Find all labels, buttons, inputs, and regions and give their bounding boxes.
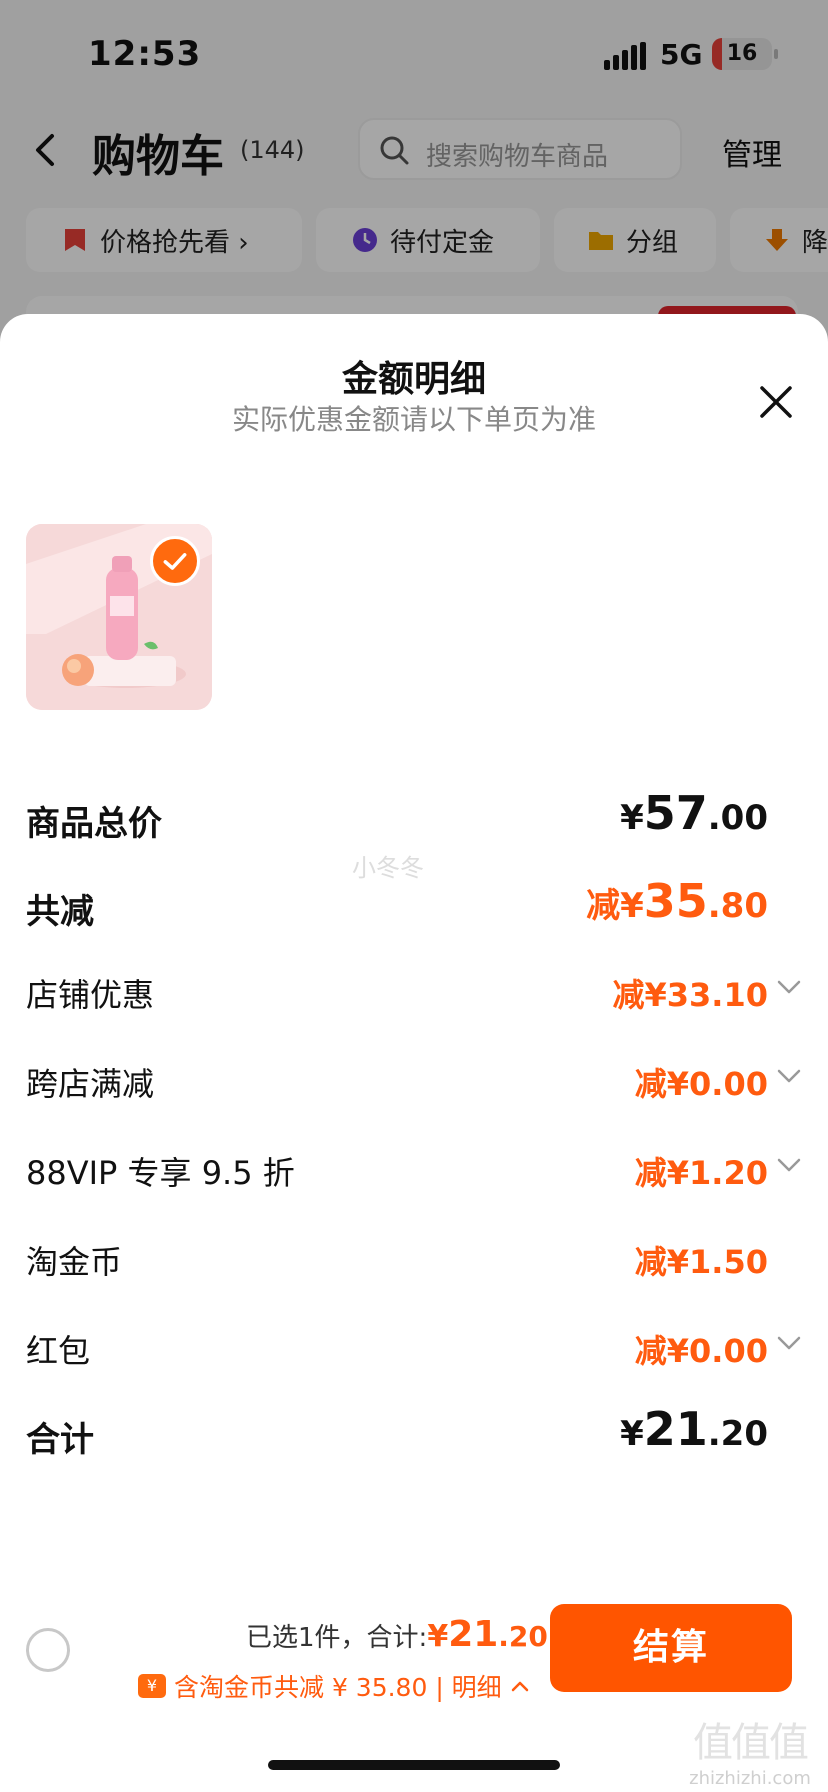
sheet-subtitle: 实际优惠金额请以下单页为准 <box>231 403 596 436</box>
chevron-down-icon[interactable] <box>776 1334 802 1354</box>
row-value: 减¥33.10 <box>612 976 769 1014</box>
row-total-price: 商品总价 ¥57.00 <box>26 786 802 846</box>
checkbox-checked-icon[interactable] <box>150 536 200 586</box>
amount-int: 57 <box>643 786 708 840</box>
total-dec: .20 <box>498 1620 548 1653</box>
close-icon[interactable] <box>756 382 796 422</box>
chevron-down-icon[interactable] <box>776 1156 802 1176</box>
row-value: 减¥0.00 <box>634 1065 768 1103</box>
total-currency: ¥ <box>427 1619 449 1654</box>
row-taobao-coins: 淘金币 减¥1.50 <box>26 1227 802 1287</box>
total-discount-value: 减¥35.80 <box>586 874 768 928</box>
select-all-checkbox[interactable] <box>26 1628 70 1672</box>
discount-text: 含淘金币共减 ¥ 35.80 | 明细 <box>174 1673 502 1702</box>
row-value: 减¥1.20 <box>634 1154 768 1192</box>
amount-dec: .00 <box>707 798 768 838</box>
total-price-value: ¥57.00 <box>620 786 768 840</box>
site-watermark: 值值值 zhizhizhi.com <box>676 1710 824 1789</box>
amount-detail-sheet: 金额明细 实际优惠金额请以下单页为准 小冬冬 商品总价 ¥57.00 共减 减¥… <box>0 314 828 1792</box>
row-label: 淘金币 <box>26 1243 123 1281</box>
sheet-title: 金额明细 <box>341 359 486 400</box>
chevron-up-icon <box>511 1681 528 1692</box>
total-price-label: 商品总价 <box>26 804 162 844</box>
home-indicator[interactable] <box>268 1760 560 1770</box>
selected-count: 已选1件，合计: <box>246 1623 428 1653</box>
selected-summary: 已选1件，合计:¥21.20 <box>246 1614 548 1655</box>
amount-dec: .20 <box>707 1414 768 1454</box>
row-value: 减¥1.50 <box>634 1243 768 1281</box>
row-total-discount: 共减 减¥35.80 <box>26 874 802 934</box>
site-watermark-url: zhizhizhi.com <box>689 1768 811 1789</box>
discount-prefix: 减 <box>586 886 621 926</box>
chevron-down-icon[interactable] <box>776 978 802 998</box>
currency-symbol: ¥ <box>620 798 644 838</box>
checkout-button[interactable]: 结算 <box>550 1604 792 1692</box>
sum-label: 合计 <box>26 1420 94 1460</box>
amount-dec: .80 <box>707 886 768 926</box>
row-sum: 合计 ¥21.20 <box>26 1402 802 1462</box>
row-label: 跨店满减 <box>26 1065 155 1103</box>
row-label: 店铺优惠 <box>26 976 155 1014</box>
row-cross-store-discount[interactable]: 跨店满减 减¥0.00 <box>26 1049 802 1109</box>
discount-detail-link[interactable]: ¥ 含淘金币共减 ¥ 35.80 | 明细 <box>138 1668 530 1704</box>
currency-symbol: ¥ <box>620 886 644 926</box>
coin-icon: ¥ <box>138 1674 166 1698</box>
row-label: 红包 <box>26 1332 91 1370</box>
row-value: 减¥0.00 <box>634 1332 768 1370</box>
amount-int: 21 <box>643 1402 708 1456</box>
row-shop-discount[interactable]: 店铺优惠 减¥33.10 <box>26 960 802 1020</box>
chevron-down-icon[interactable] <box>776 1067 802 1087</box>
sum-value: ¥21.20 <box>620 1402 768 1456</box>
row-label: 88VIP 专享 9.5 折 <box>26 1154 295 1192</box>
site-watermark-mark: 值值值 <box>693 1720 809 1766</box>
total-discount-label: 共减 <box>26 892 94 932</box>
total-int: 21 <box>448 1614 499 1655</box>
amount-int: 35 <box>643 874 708 928</box>
row-88vip-discount[interactable]: 88VIP 专享 9.5 折 减¥1.20 <box>26 1138 802 1198</box>
row-red-packet[interactable]: 红包 减¥0.00 <box>26 1316 802 1376</box>
currency-symbol: ¥ <box>620 1414 644 1454</box>
